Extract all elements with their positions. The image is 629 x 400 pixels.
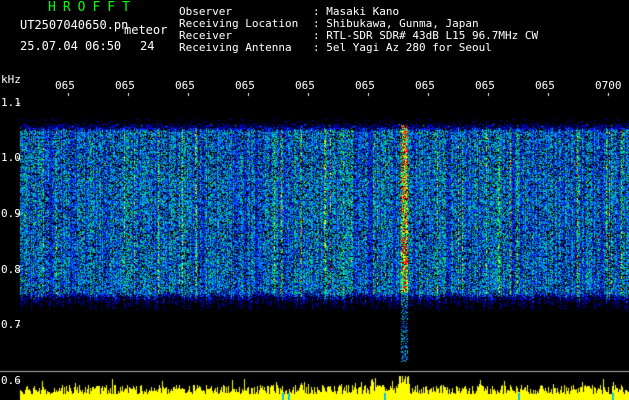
spectrogram-window: HROFFT UT2507040650.pn meteor 25.07.04 0… xyxy=(0,0,629,400)
y-tick-label: 0.7 xyxy=(1,318,21,332)
info-value-antenna: : 5el Yagi Az 280 for Seoul xyxy=(313,41,492,54)
spectrogram-canvas xyxy=(0,0,629,400)
x-tick-label: 065 xyxy=(295,79,315,92)
y-tick-label: 1.1 xyxy=(1,95,21,109)
y-tick-label: 1.0 xyxy=(1,151,21,165)
x-tick-label: 0700 xyxy=(595,79,622,92)
x-tick-label: 065 xyxy=(235,79,255,92)
y-tick-label: 0.9 xyxy=(1,207,21,221)
x-tick-label: 065 xyxy=(355,79,375,92)
y-axis-unit-label: kHz xyxy=(1,73,21,86)
x-tick-label: 065 xyxy=(175,79,195,92)
x-tick-label: 065 xyxy=(535,79,555,92)
x-tick-label: 065 xyxy=(115,79,135,92)
x-tick-label: 065 xyxy=(55,79,75,92)
app-title: HROFFT xyxy=(48,0,137,15)
y-tick-label: 0.6 xyxy=(1,374,21,387)
datetime: 25.07.04 06:50 xyxy=(20,39,122,53)
info-label-antenna: Receiving Antenna xyxy=(179,41,292,54)
y-tick-label: 0.8 xyxy=(1,262,21,276)
mode-label: meteor xyxy=(124,23,168,37)
count-value: 24 xyxy=(140,39,155,53)
x-tick-label: 065 xyxy=(415,79,435,92)
x-tick-label: 065 xyxy=(475,79,495,92)
filename: UT2507040650.pn xyxy=(20,18,129,32)
